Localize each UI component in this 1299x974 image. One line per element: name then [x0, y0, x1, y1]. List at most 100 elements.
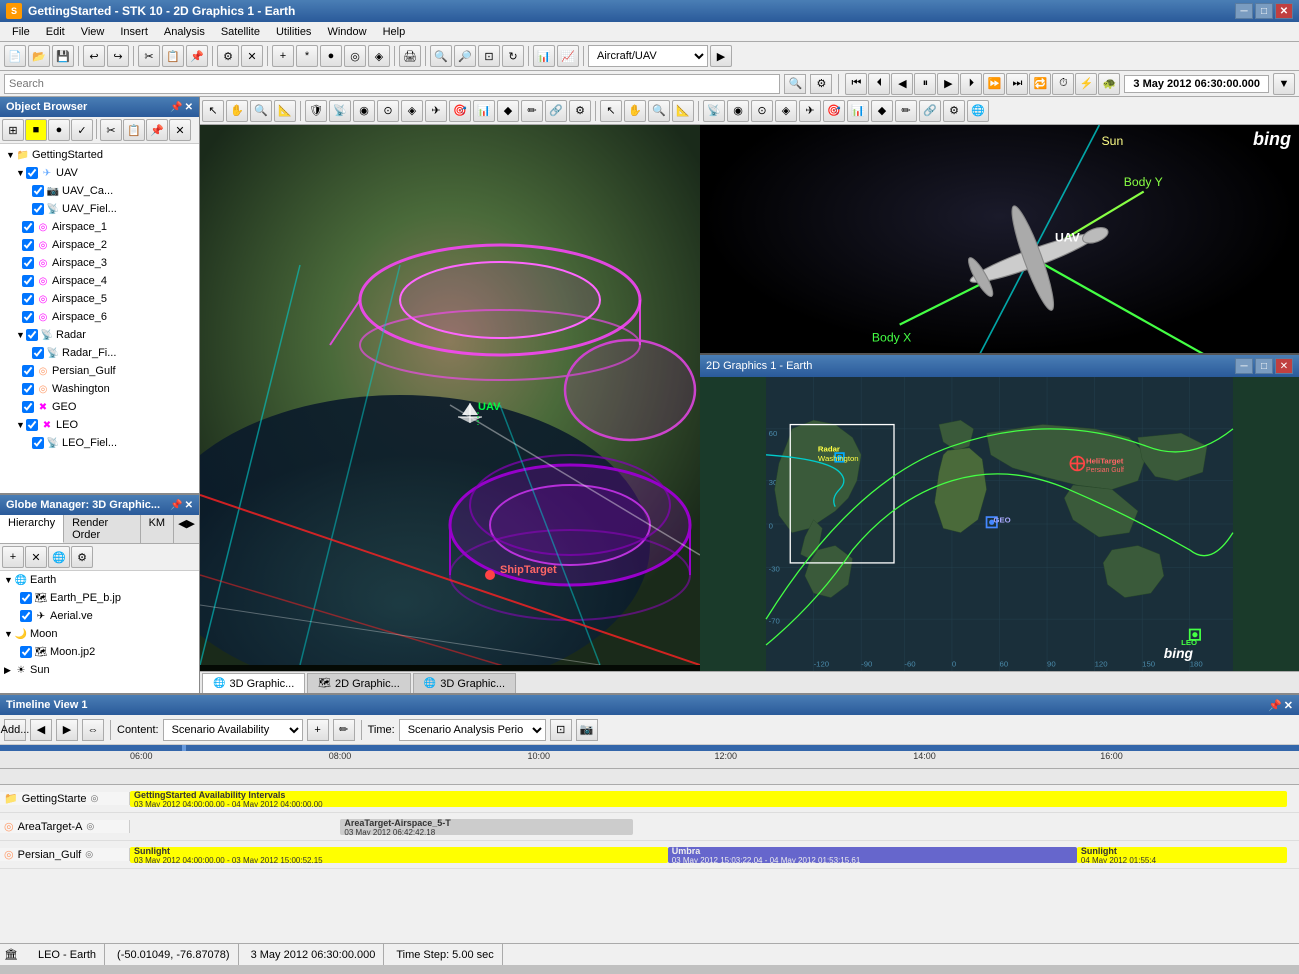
timeline-header-buttons[interactable]: 📌 ✕: [1268, 699, 1293, 712]
airspace1-checkbox[interactable]: [22, 221, 34, 233]
menu-insert[interactable]: Insert: [112, 24, 156, 40]
vt-c[interactable]: ◉: [353, 100, 375, 122]
tb-cut[interactable]: ✂: [138, 45, 160, 67]
tree-item-airspace1[interactable]: ◎ Airspace_1: [2, 218, 197, 236]
datetime-settings-button[interactable]: ▼: [1273, 73, 1295, 95]
airspace2-checkbox[interactable]: [22, 239, 34, 251]
tb-delete[interactable]: ✕: [241, 45, 263, 67]
play-back-button[interactable]: ◀: [891, 73, 913, 95]
content-combo[interactable]: Scenario Availability: [163, 719, 303, 741]
gm-tab-render[interactable]: Render Order: [64, 515, 141, 543]
vt-i[interactable]: ◆: [497, 100, 519, 122]
persian-gulf-checkbox[interactable]: [22, 365, 34, 377]
vt-r7[interactable]: ⊙: [751, 100, 773, 122]
gm-expand-sun[interactable]: ▶: [4, 665, 14, 676]
realtime-button[interactable]: ⏱: [1052, 73, 1074, 95]
vt-r10[interactable]: 🎯: [823, 100, 845, 122]
leo-checkbox[interactable]: [26, 419, 38, 431]
timeline-close-btn[interactable]: ✕: [1284, 699, 1293, 712]
vt-k[interactable]: 🔗: [545, 100, 567, 122]
airspace3-checkbox[interactable]: [22, 257, 34, 269]
vt-pan[interactable]: ✋: [226, 100, 248, 122]
tl-fwd-button[interactable]: ▶: [56, 719, 78, 741]
tree-item-airspace2[interactable]: ◎ Airspace_2: [2, 236, 197, 254]
tree-item-airspace4[interactable]: ◎ Airspace_4: [2, 272, 197, 290]
expand-radar-icon[interactable]: ▼: [16, 330, 26, 340]
vt-select[interactable]: ↖: [202, 100, 224, 122]
tab-3d-graphic-2[interactable]: 🌐 3D Graphic...: [413, 673, 516, 693]
ob-copy[interactable]: 📋: [123, 119, 145, 141]
view-2d-controls[interactable]: ─ □ ✕: [1235, 358, 1293, 374]
view-2d-restore[interactable]: □: [1255, 358, 1273, 374]
search-options-button[interactable]: ⚙: [810, 74, 832, 94]
tb-properties[interactable]: ⚙: [217, 45, 239, 67]
gm-add[interactable]: +: [2, 546, 24, 568]
vt-r15[interactable]: ⚙: [943, 100, 965, 122]
airspace6-checkbox[interactable]: [22, 311, 34, 323]
vt-r13[interactable]: ✏: [895, 100, 917, 122]
view-uav[interactable]: bing Sun Body Y Body X Body Z: [700, 125, 1299, 355]
menu-window[interactable]: Window: [319, 24, 374, 40]
tb-go[interactable]: ▶: [710, 45, 732, 67]
step-forward-button[interactable]: ⏵: [960, 73, 982, 95]
tl-add-button[interactable]: Add...: [4, 719, 26, 741]
object-type-combo[interactable]: Aircraft/UAV: [588, 45, 708, 67]
washington-checkbox[interactable]: [22, 383, 34, 395]
geo-checkbox[interactable]: [22, 401, 34, 413]
time-combo[interactable]: Scenario Analysis Perio: [399, 719, 546, 741]
vt-r9[interactable]: ✈: [799, 100, 821, 122]
gm-moon-jp-checkbox[interactable]: [20, 646, 32, 658]
tree-item-leo-fiel[interactable]: 📡 LEO_Fiel...: [2, 434, 197, 452]
vt-l[interactable]: ⚙: [569, 100, 591, 122]
view-2d[interactable]: 2D Graphics 1 - Earth ─ □ ✕: [700, 355, 1299, 671]
tree-item-uav-ca[interactable]: 📷 UAV_Ca...: [2, 182, 197, 200]
tb-insert-e[interactable]: ◈: [368, 45, 390, 67]
maximize-button[interactable]: □: [1255, 3, 1273, 19]
gm-earth-pe-checkbox[interactable]: [20, 592, 32, 604]
tl-back-button[interactable]: ◀: [30, 719, 52, 741]
vt-r12[interactable]: ◆: [871, 100, 893, 122]
gm-pin-button[interactable]: 📌: [170, 500, 182, 511]
reset-button[interactable]: ⏮: [845, 73, 867, 95]
tab-3d-graphic-1[interactable]: 🌐 3D Graphic...: [202, 673, 305, 693]
airspace4-checkbox[interactable]: [22, 275, 34, 287]
gm-tree-item-moon[interactable]: ▼ 🌙 Moon: [0, 625, 199, 643]
tree-item-uav-fiel[interactable]: 📡 UAV_Fiel...: [2, 200, 197, 218]
leo-fiel-checkbox[interactable]: [32, 437, 44, 449]
loop-button[interactable]: 🔁: [1029, 73, 1051, 95]
radar-fi-checkbox[interactable]: [32, 347, 44, 359]
ob-color[interactable]: ■: [25, 119, 47, 141]
tree-item-radar-fi[interactable]: 📡 Radar_Fi...: [2, 344, 197, 362]
vt-r2[interactable]: ✋: [624, 100, 646, 122]
menu-satellite[interactable]: Satellite: [213, 24, 268, 40]
gm-globe[interactable]: 🌐: [48, 546, 70, 568]
ob-paste[interactable]: 📌: [146, 119, 168, 141]
view-3d-main[interactable]: UAV ShipTarget: [200, 125, 700, 671]
tb-analysis-a[interactable]: 📊: [533, 45, 555, 67]
ob-delete[interactable]: ✕: [169, 119, 191, 141]
tb-zoom-in[interactable]: 🔍: [430, 45, 452, 67]
vt-r1[interactable]: ↖: [600, 100, 622, 122]
gm-tab-hierarchy[interactable]: Hierarchy: [0, 515, 64, 543]
play-button[interactable]: ▶: [937, 73, 959, 95]
pause-button[interactable]: ⏸: [914, 73, 936, 95]
panel-close-btn[interactable]: ✕: [185, 102, 193, 113]
tb-insert-b[interactable]: *: [296, 45, 318, 67]
tree-item-gettingstarted[interactable]: ▼ 📁 GettingStarted: [2, 146, 197, 164]
window-controls[interactable]: ─ □ ✕: [1235, 3, 1293, 19]
menu-analysis[interactable]: Analysis: [156, 24, 213, 40]
tb-undo[interactable]: ↩: [83, 45, 105, 67]
vt-j[interactable]: ✏: [521, 100, 543, 122]
vt-measure[interactable]: 📐: [274, 100, 296, 122]
uav-fiel-checkbox[interactable]: [32, 203, 44, 215]
vt-r5[interactable]: 📡: [703, 100, 725, 122]
tl-add-content[interactable]: +: [307, 719, 329, 741]
gm-tree-item-aerial[interactable]: ✈ Aerial.ve: [0, 607, 199, 625]
vt-r8[interactable]: ◈: [775, 100, 797, 122]
tree-item-airspace3[interactable]: ◎ Airspace_3: [2, 254, 197, 272]
view-2d-close[interactable]: ✕: [1275, 358, 1293, 374]
view-2d-minimize[interactable]: ─: [1235, 358, 1253, 374]
ob-check[interactable]: ✓: [71, 119, 93, 141]
tb-print[interactable]: 🖨: [399, 45, 421, 67]
gm-tree-item-sun[interactable]: ▶ ☀ Sun: [0, 661, 199, 679]
